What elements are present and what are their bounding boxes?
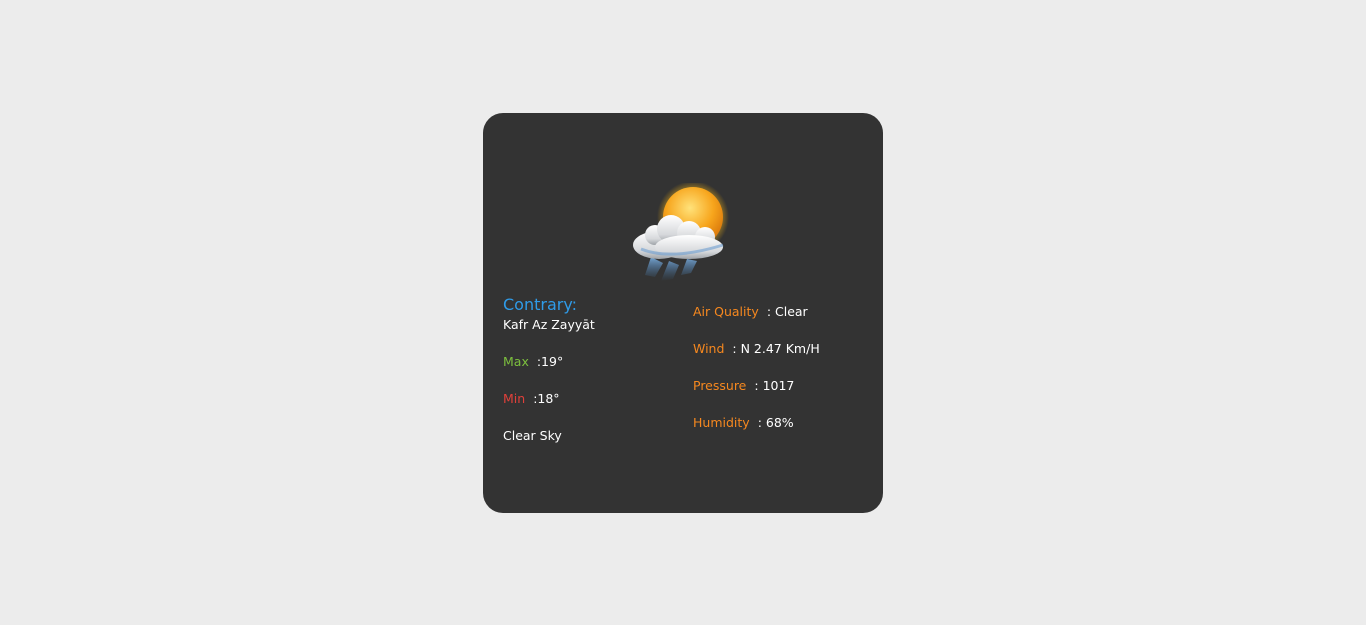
weather-card: Contrary: Kafr Az Zayyāt Max :19° Min :18°… <box>483 113 883 513</box>
air-quality-row: Air Quality : Clear <box>693 302 873 322</box>
humidity-label: Humidity <box>693 415 750 430</box>
weather-description: Clear Sky <box>503 428 562 443</box>
humidity-value: : 68% <box>757 415 794 430</box>
weather-details: Air Quality : Clear Wind : N 2.47 Km/H Pre… <box>693 302 873 433</box>
max-temperature-label: Max <box>503 354 529 369</box>
max-temperature-row: Max :19° <box>503 352 673 372</box>
wind-row: Wind : N 2.47 Km/H <box>693 339 873 359</box>
country-label: Contrary: <box>503 295 578 314</box>
humidity-row: Humidity : 68% <box>693 413 873 433</box>
air-quality-label: Air Quality <box>693 304 759 319</box>
pressure-label: Pressure <box>693 378 747 393</box>
sun-behind-rain-cloud-icon <box>633 183 729 281</box>
location-and-temperature: Contrary: Kafr Az Zayyāt Max :19° Min :18°… <box>503 295 673 446</box>
pressure-value: : 1017 <box>754 378 795 393</box>
wind-value: : N 2.47 Km/H <box>732 341 820 356</box>
wind-label: Wind <box>693 341 725 356</box>
min-temperature-value: :18° <box>533 391 560 406</box>
city-name: Kafr Az Zayyāt <box>503 317 595 332</box>
air-quality-value: : Clear <box>766 304 808 319</box>
min-temperature-row: Min :18° <box>503 389 673 409</box>
max-temperature-value: :19° <box>536 354 564 369</box>
pressure-row: Pressure : 1017 <box>693 376 873 396</box>
min-temperature-label: Min <box>503 391 526 406</box>
